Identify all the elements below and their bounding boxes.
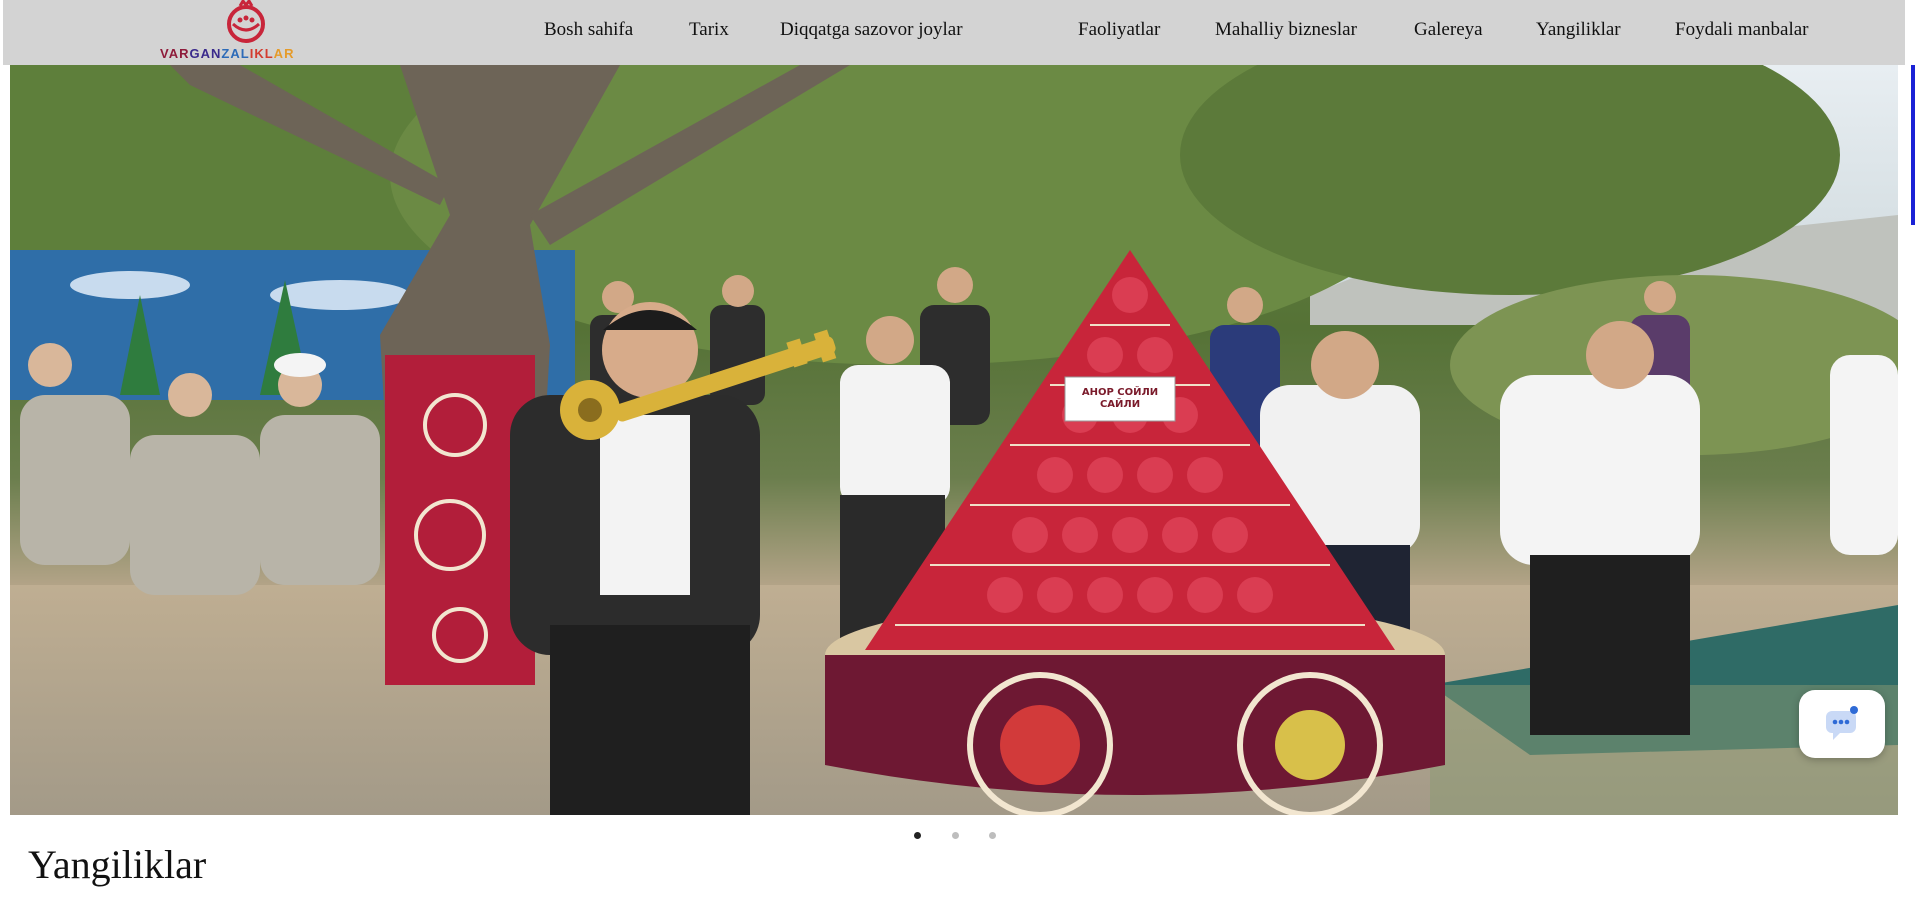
carousel-dot-1[interactable] [914, 832, 921, 839]
scroll-indicator[interactable] [1911, 65, 1915, 225]
chat-bubble-icon [1826, 706, 1858, 740]
nav-item-galereya[interactable]: Galereya [1414, 19, 1483, 41]
carousel-dot-3[interactable] [989, 832, 996, 839]
carousel-dot-2[interactable] [952, 832, 959, 839]
hero-carousel-image[interactable]: АНОР СОЙЛИ САЙЛИ [10, 65, 1898, 815]
chat-button[interactable] [1799, 690, 1885, 758]
nav-item-yangiliklar[interactable]: Yangiliklar [1536, 19, 1621, 41]
nav-item-mahalliy-bizneslar[interactable]: Mahalliy bizneslar [1215, 19, 1357, 41]
hero-illustration [10, 65, 1898, 815]
pyramid-sign-text: АНОР СОЙЛИ САЙЛИ [1081, 387, 1159, 410]
nav-item-tarix[interactable]: Tarix [689, 19, 729, 41]
carousel-indicators [0, 832, 1916, 842]
main-nav: Bosh sahifa Tarix Diqqatga sazovor joyla… [3, 0, 1905, 65]
nav-item-foydali-manbalar[interactable]: Foydali manbalar [1675, 19, 1809, 41]
top-navbar: VARGANZALIKLAR Bosh sahifa Tarix Diqqatg… [3, 0, 1905, 65]
nav-item-bosh-sahifa[interactable]: Bosh sahifa [544, 19, 633, 41]
nav-item-faoliyatlar[interactable]: Faoliyatlar [1078, 19, 1160, 41]
section-title-news: Yangiliklar [28, 842, 207, 887]
nav-item-diqqatga-sazovor-joylar[interactable]: Diqqatga sazovor joylar [780, 19, 963, 41]
